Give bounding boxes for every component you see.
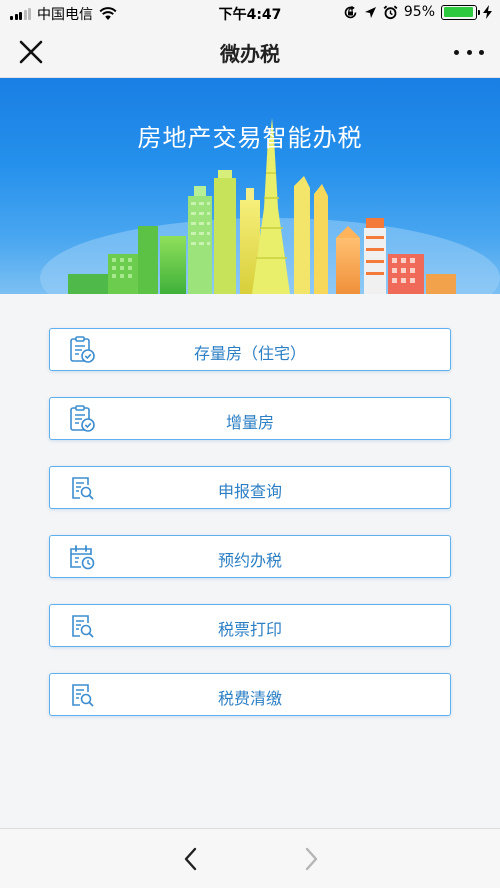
menu-item-label: 税费清缴 [217,689,282,708]
charging-icon [483,5,492,19]
menu-item-declaration-query[interactable]: 申报查询 [49,466,451,509]
menu-item-label: 存量房（住宅） [193,344,306,363]
banner: 房地产交易智能办税 [0,78,500,294]
battery-icon [441,4,480,20]
page-title: 微办税 [220,42,280,66]
banner-title: 房地产交易智能办税 [137,124,363,152]
menu-item-appointment[interactable]: 预约办税 [49,535,451,578]
city-skyline-illustration [40,118,500,294]
nav-bar: 微办税 [0,26,500,78]
menu-item-tax-receipt-print[interactable]: 税票打印 [49,604,451,647]
chevron-left-icon[interactable] [178,845,204,873]
chevron-right-icon[interactable] [298,845,324,873]
battery-fill [443,7,473,17]
menu-item-stock-housing[interactable]: 存量房（住宅） [49,328,451,371]
menu-item-label: 增量房 [225,413,274,432]
service-menu: 存量房（住宅） 增量房 申报查询 预约办税 税票打印 税费清缴 [49,328,451,742]
menu-item-new-housing[interactable]: 增量房 [49,397,451,440]
status-right: 95% [343,4,492,20]
menu-item-tax-payment[interactable]: 税费清缴 [49,673,451,716]
bottom-toolbar [0,828,500,888]
battery-percent: 95% [403,4,435,20]
status-bar: 中国电信 下午4:47 95% [0,0,500,26]
menu-item-label: 税票打印 [217,620,282,639]
location-arrow-icon [364,6,376,18]
menu-item-label: 申报查询 [217,482,282,501]
menu-item-label: 预约办税 [217,551,282,570]
screen-lock-icon [344,5,357,18]
alarm-icon [383,5,398,19]
more-dots-icon[interactable] [454,41,484,63]
